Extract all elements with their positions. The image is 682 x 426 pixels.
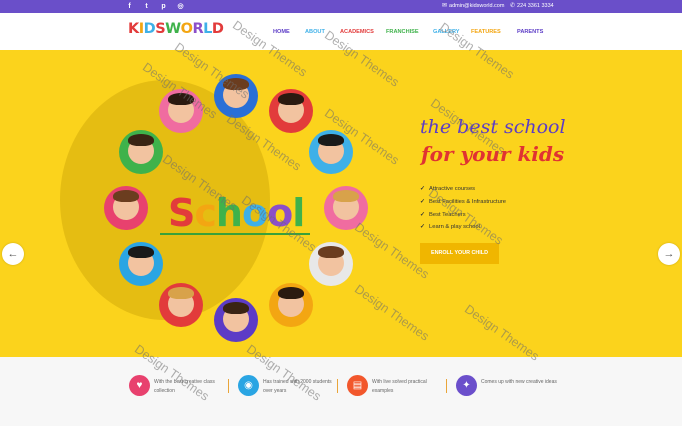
hero-feature-list: ✓ Attractive courses ✓ Best Facilities & I… <box>420 183 506 234</box>
divider <box>228 379 229 393</box>
hero-tagline: the best school <box>420 116 566 138</box>
kid-hair <box>278 286 304 299</box>
kid-hair <box>127 246 154 258</box>
twitter-icon[interactable]: t <box>141 1 152 12</box>
school-letter: o <box>241 191 268 235</box>
kid-figure <box>214 74 258 118</box>
top-bar: f t p ◎ ✉ admin@kidsworld.com ✆ 224 3361 3… <box>0 0 682 13</box>
nav-franchise[interactable]: FRANCHISE <box>386 25 419 39</box>
kid-figure <box>269 89 313 133</box>
school-letter: o <box>267 191 293 235</box>
kid-figure <box>214 298 258 342</box>
heart-icon: ♥ <box>129 375 150 396</box>
school-letter: S <box>168 191 195 235</box>
check-icon: ✓ <box>420 211 425 218</box>
logo-letter: D <box>143 21 156 37</box>
kid-figure <box>104 186 148 230</box>
logo-letter: D <box>211 21 224 37</box>
logo-letter: W <box>165 21 181 37</box>
school-letter: c <box>194 191 217 235</box>
school-drawing: School <box>168 191 305 235</box>
pinterest-icon[interactable]: p <box>158 1 169 12</box>
nav-gallery[interactable]: GALLERY <box>433 25 460 39</box>
check-icon: ✓ <box>420 198 425 205</box>
nav-academics[interactable]: ACADEMICS <box>340 25 374 39</box>
feature-item: ✓ Best Facilities & Infrastructure <box>420 196 506 209</box>
logo-letter: S <box>155 21 166 37</box>
logo-letter: O <box>180 21 193 37</box>
kid-figure <box>269 282 313 327</box>
feature-item: ✓ Learn & play school <box>420 221 506 234</box>
kid-hair <box>113 190 139 202</box>
kid-figure <box>309 242 354 286</box>
kid-figure <box>118 242 163 286</box>
feature-text: Comes up with new creative ideas <box>481 379 557 385</box>
enroll-button[interactable]: ENROLL YOUR CHILD <box>420 243 499 264</box>
contact-email[interactable]: ✉ admin@kidsworld.com <box>442 0 504 13</box>
nav-features[interactable]: FEATURES <box>471 25 501 39</box>
logo-letter: K <box>128 21 139 37</box>
logo[interactable]: KIDSWORLD <box>128 21 224 37</box>
kid-figure <box>309 130 354 174</box>
nav-about[interactable]: ABOUT <box>305 25 325 39</box>
contact-phone[interactable]: ✆ 224 3361 3334 <box>510 0 554 13</box>
divider <box>446 379 447 393</box>
kid-hair <box>168 93 194 105</box>
logo-letter: L <box>203 21 212 37</box>
feature-item: ✓ Best Teachers <box>420 209 506 222</box>
kid-hair <box>318 134 345 146</box>
arrow-right-icon[interactable]: → <box>658 243 680 265</box>
phone-icon: ✆ <box>510 3 516 9</box>
instagram-icon[interactable]: ◎ <box>175 1 186 12</box>
hero-slider: School the best school for your kids ✓ At… <box>0 50 682 357</box>
hero-title: for your kids <box>421 142 565 166</box>
school-letter: l <box>292 191 305 235</box>
feature-strip: ♥ With the best creative class collectio… <box>0 357 682 426</box>
email-text: admin@kidsworld.com <box>449 3 505 9</box>
kid-figure <box>159 282 203 327</box>
kid-hair <box>223 302 249 314</box>
bulb-icon: ✦ <box>456 375 477 396</box>
phone-text: 224 3361 3334 <box>517 3 554 9</box>
arrow-left-icon[interactable]: ← <box>2 243 24 265</box>
kid-hair <box>278 93 304 105</box>
mail-icon: ✉ <box>442 3 448 9</box>
check-icon: ✓ <box>420 224 425 231</box>
kid-figure <box>324 186 368 230</box>
feature-text: With the best creative class collection <box>154 379 215 394</box>
kid-hair <box>333 190 359 202</box>
divider <box>337 379 338 393</box>
kid-hair <box>223 78 249 90</box>
kid-figure <box>118 130 163 174</box>
logo-letter: R <box>192 21 204 37</box>
feature-text: Has trained with 2000 students over year… <box>263 379 332 394</box>
site-header: KIDSWORLD HOME ABOUT ACADEMICS FRANCHISE… <box>0 13 682 50</box>
nav-parents[interactable]: PARENTS <box>517 25 543 39</box>
facebook-icon[interactable]: f <box>124 1 135 12</box>
clipboard-icon: ▤ <box>347 375 368 396</box>
kid-figure <box>159 89 203 133</box>
school-underline <box>160 233 310 235</box>
check-icon: ✓ <box>420 186 425 192</box>
kid-hair <box>127 134 154 146</box>
nav-home[interactable]: HOME <box>273 25 290 39</box>
school-letter: h <box>215 191 243 235</box>
feature-item: ✓ Attractive courses <box>420 183 506 196</box>
kid-hair <box>318 246 345 258</box>
eye-icon: ◉ <box>238 375 259 396</box>
feature-text: With live solved practical examples <box>372 379 427 394</box>
kid-hair <box>168 286 194 299</box>
